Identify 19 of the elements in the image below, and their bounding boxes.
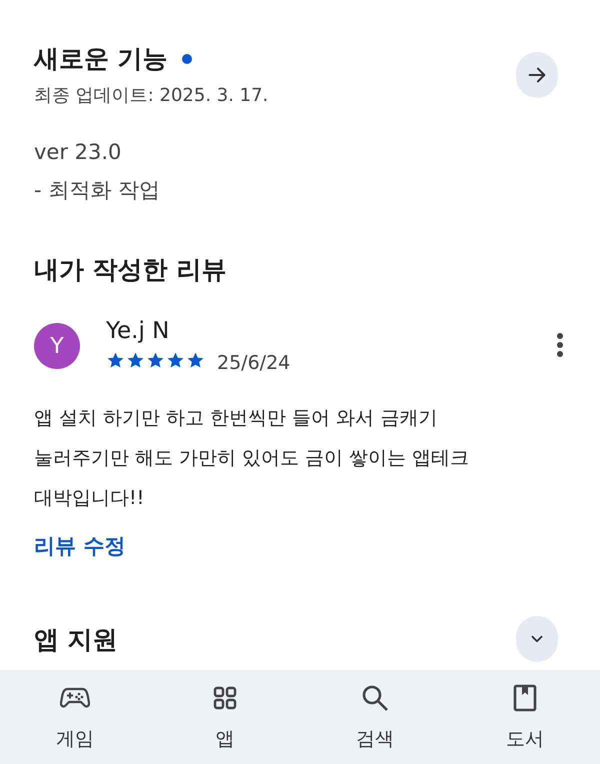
nav-tab[interactable]: 앱 (150, 670, 300, 764)
review-text: 앱 설치 하기만 하고 한번씩만 들어 와서 금캐기 눌러주기만 해도 가만히 있어도 금이 쌓이는 앱테크 대박입니다!! (34, 406, 470, 511)
avatar: Y (34, 323, 80, 369)
arrow-button[interactable] (516, 52, 558, 98)
nav-tab[interactable]: 게임 (0, 670, 150, 764)
section-title: 앱 지원 (34, 624, 118, 656)
release-note: - 최적화 작업 (34, 177, 161, 204)
search-icon (361, 684, 389, 712)
section-title: 내가 작성한 리뷰 (34, 254, 228, 286)
last-updated: 최종 업데이트: 2025. 3. 17. (34, 84, 268, 107)
grid-icon (213, 684, 237, 712)
edit-review-link[interactable]: 리뷰 수정 (34, 532, 126, 560)
nav-tab[interactable]: 도서 (450, 670, 600, 764)
review-date: 25/6/24 (217, 352, 290, 374)
nav-tab[interactable]: 검색 (300, 670, 450, 764)
bookmark-book-icon (513, 684, 537, 712)
section-title: 새로운 기능 (34, 43, 168, 75)
reviewer-name: Ye.j N (106, 318, 170, 344)
release-note: ver 23.0 (34, 139, 122, 166)
